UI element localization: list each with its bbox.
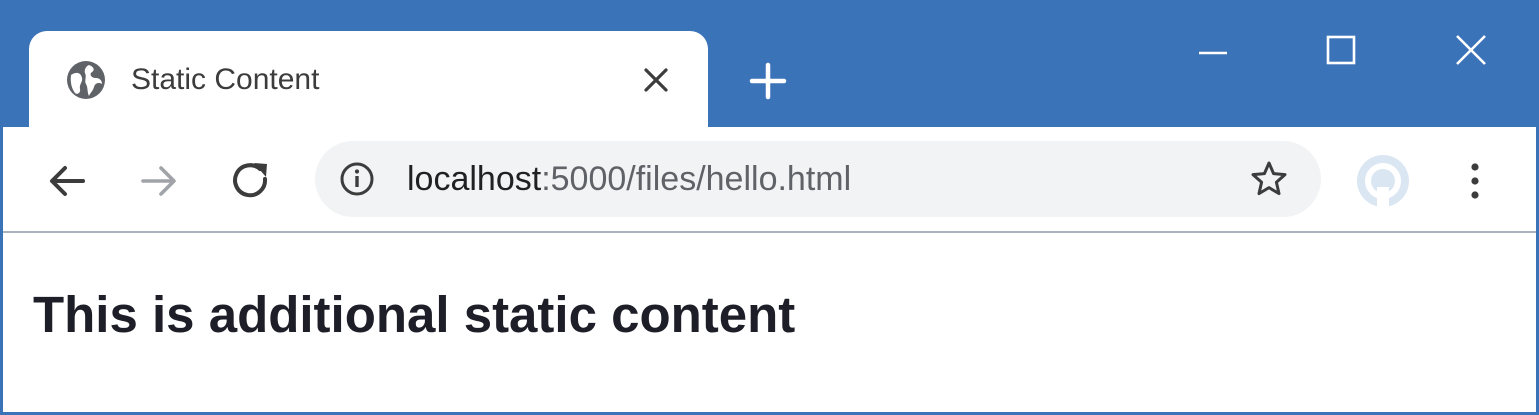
- info-icon[interactable]: [339, 161, 375, 197]
- new-tab-plus-icon[interactable]: [748, 61, 788, 101]
- url-host: localhost: [407, 160, 542, 198]
- kebab-menu-icon[interactable]: [1455, 157, 1495, 205]
- bookmark-star-icon[interactable]: [1249, 159, 1289, 199]
- maximize-icon[interactable]: [1311, 21, 1371, 81]
- minimize-icon[interactable]: [1183, 21, 1243, 81]
- profile-avatar-icon[interactable]: [1355, 153, 1411, 209]
- page-heading: This is additional static content: [33, 286, 796, 343]
- window-close-icon[interactable]: [1441, 21, 1501, 81]
- tab-close-icon[interactable]: [641, 65, 671, 95]
- browser-toolbar: localhost:5000/files/hello.html: [3, 127, 1536, 233]
- page-content: This is additional static content: [3, 233, 1536, 412]
- globe-icon: [67, 61, 105, 99]
- url-path: :5000/files/hello.html: [541, 160, 852, 198]
- tab-strip: Static Content: [3, 3, 1536, 131]
- address-url[interactable]: localhost:5000/files/hello.html: [407, 159, 851, 199]
- tab-static-content[interactable]: Static Content: [29, 31, 708, 131]
- address-bar[interactable]: localhost:5000/files/hello.html: [315, 141, 1321, 217]
- tab-title: Static Content: [131, 63, 320, 96]
- forward-arrow-icon[interactable]: [135, 157, 183, 205]
- reload-icon[interactable]: [227, 157, 275, 205]
- browser-window: Static Content localhost:5000/files/hell…: [0, 0, 1539, 415]
- back-arrow-icon[interactable]: [43, 157, 91, 205]
